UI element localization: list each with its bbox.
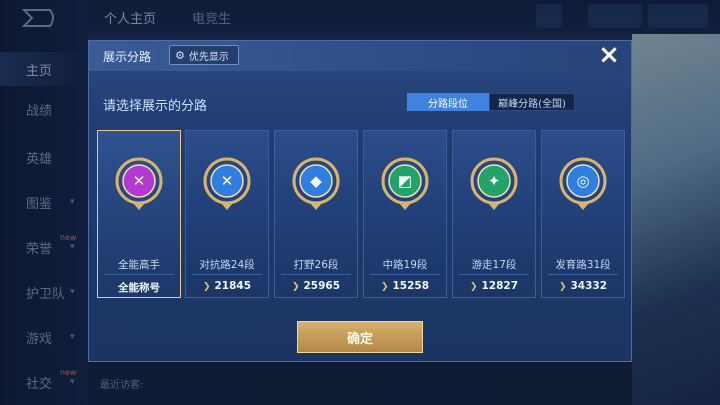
segment-peak-lane-national[interactable]: 巅峰分路(全国) <box>489 93 575 111</box>
lane-display-modal: 展示分路 ⚙ 优先显示 请选择展示的分路 分路段位 巅峰分路(全国) ✕ 全能高手… <box>88 40 632 362</box>
modal-header: 展示分路 ⚙ 优先显示 <box>89 41 631 71</box>
lane-card[interactable]: ◩ 中路19段 ❯ 15258 <box>363 130 447 298</box>
close-icon[interactable]: × <box>596 42 622 68</box>
farm-lane-emblem-icon: ◎ <box>559 157 607 210</box>
rank-chevron-icon: ❯ <box>380 282 389 292</box>
rank-chevron-icon: ❯ <box>202 282 211 292</box>
confirm-button[interactable]: 确定 <box>297 321 423 353</box>
divider <box>281 274 351 275</box>
lane-card-stat: ❯ 34332 <box>542 280 624 292</box>
lane-card-name: 对抗路24段 <box>199 259 255 271</box>
divider <box>104 274 174 275</box>
lane-card-stat-value: 12827 <box>481 280 519 292</box>
priority-display-label: 优先显示 <box>188 51 229 63</box>
lane-card-stat-value: 21845 <box>214 280 252 292</box>
svg-text:◩: ◩ <box>398 172 412 190</box>
priority-display-button[interactable]: ⚙ 优先显示 <box>169 45 239 65</box>
divider <box>370 274 440 275</box>
lane-card[interactable]: ◎ 发育路31段 ❯ 34332 <box>541 130 625 298</box>
all-round-emblem-icon: ✕ <box>115 157 163 210</box>
lane-card-stat: ❯ 15258 <box>364 280 446 292</box>
rank-chevron-icon: ❯ <box>469 282 478 292</box>
lane-card-name: 发育路31段 <box>555 259 611 271</box>
lane-card-stat: 全能称号 <box>98 280 180 295</box>
rank-chevron-icon: ❯ <box>291 282 300 292</box>
lane-card[interactable]: ✦ 游走17段 ❯ 12827 <box>452 130 536 298</box>
divider <box>459 274 529 275</box>
svg-text:✕: ✕ <box>221 172 234 190</box>
gear-icon: ⚙ <box>175 48 185 62</box>
svg-text:✦: ✦ <box>488 172 501 190</box>
lane-card-stat-value: 15258 <box>392 280 430 292</box>
lane-card-stat-value: 25965 <box>303 280 341 292</box>
svg-text:◆: ◆ <box>310 172 322 190</box>
clash-lane-emblem-icon: ✕ <box>203 157 251 210</box>
mid-lane-emblem-icon: ◩ <box>381 157 429 210</box>
lane-card-name: 中路19段 <box>382 259 428 271</box>
segment-lane-rank[interactable]: 分路段位 <box>407 93 489 111</box>
modal-title: 展示分路 <box>103 50 152 64</box>
lane-card[interactable]: ✕ 对抗路24段 ❯ 21845 <box>185 130 269 298</box>
divider <box>192 274 262 275</box>
rank-chevron-icon: ❯ <box>558 282 567 292</box>
lane-card[interactable]: ◆ 打野26段 ❯ 25965 <box>274 130 358 298</box>
svg-text:✕: ✕ <box>133 172 146 190</box>
lane-card-stat: ❯ 12827 <box>453 280 535 292</box>
lane-card-stat: ❯ 21845 <box>186 280 268 292</box>
roam-emblem-icon: ✦ <box>470 157 518 210</box>
lane-card-stat-value: 全能称号 <box>118 282 160 294</box>
lane-card-stat-value: 34332 <box>570 280 608 292</box>
lane-card-name: 全能高手 <box>118 259 160 271</box>
svg-text:◎: ◎ <box>576 172 589 190</box>
modal-subtitle: 请选择展示的分路 <box>103 99 208 114</box>
divider <box>548 274 618 275</box>
lane-card-stat: ❯ 25965 <box>275 280 357 292</box>
jungle-emblem-icon: ◆ <box>292 157 340 210</box>
lane-card[interactable]: ✕ 全能高手全能称号 <box>97 130 181 298</box>
lane-card-name: 游走17段 <box>471 259 517 271</box>
lane-card-name: 打野26段 <box>293 259 339 271</box>
